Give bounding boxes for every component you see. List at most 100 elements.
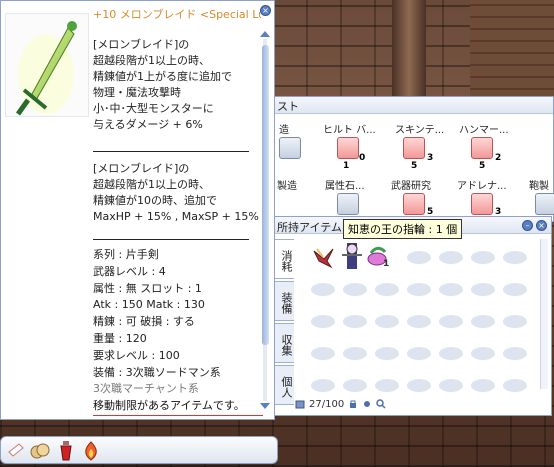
inventory-slot[interactable] [311,315,335,328]
effect1-line5: 小･中･大型モンスターに [93,102,214,115]
effect2-line4: MaxHP + 15% , MaxSP + 15% [93,210,259,223]
inventory-slot[interactable] [311,347,335,360]
inventory-slot[interactable] [343,347,367,360]
inventory-slot[interactable] [439,315,463,328]
card-icon[interactable] [7,440,25,463]
inventory-slot[interactable] [471,283,495,296]
inventory-slot[interactable] [439,251,463,264]
skill-level-1: 1 [343,161,350,171]
description-scrollbar[interactable] [259,31,271,409]
inventory-slot[interactable] [471,315,495,328]
quick-item-tray[interactable] [0,436,278,464]
item-effect-1: [メロンブレイド]の 超越段階が1以上の時、 精錬値が1上がる度に追加で 物理・… [93,37,253,133]
prop-element: 属性 : 無 スロット : 1 [93,281,202,295]
skill-label-2: ヒルト バ... [323,125,375,136]
tab-equipment[interactable]: 装備 [274,281,294,321]
prop-refine: 精錬 : 可 破損 : する [93,315,195,329]
skill-label-4: ハンマー... [459,125,509,136]
skill-icon-hilt[interactable] [337,137,359,159]
pillar [392,0,426,98]
inventory-slot[interactable] [407,379,431,392]
inventory-slot[interactable] [439,379,463,392]
item-tooltip: 知恵の王の指輪 : 1 個 [343,219,463,239]
inventory-slot[interactable] [503,315,527,328]
inventory-tabs: 消耗 装備 収集 個人 [274,239,296,407]
skill-level-3: 5 [479,161,486,171]
inventory-slot[interactable] [311,379,335,392]
skill-icon-adrenaline[interactable] [471,193,493,215]
wooden-wall [470,0,554,100]
inventory-slot[interactable] [439,347,463,360]
food-icon[interactable] [29,440,51,465]
skill-window-title: スト [273,97,553,114]
item-description-window[interactable]: +10 メロンブレイド <Special Luk... × [メロンブレイド]の… [0,0,275,420]
inventory-slot[interactable] [407,283,431,296]
skill-icon-forge[interactable] [279,137,301,159]
inventory-item-1[interactable] [311,245,337,274]
inventory-slot[interactable] [343,379,367,392]
settings-icon[interactable] [362,399,372,409]
skill-label-3: スキンテ... [395,125,445,136]
inventory-slot[interactable] [407,315,431,328]
inventory-scrollbar[interactable] [540,239,548,389]
inventory-slot[interactable] [311,283,335,296]
prop-equip: 装備 : 3次職ソードマン系 [93,365,221,379]
inventory-slot[interactable] [375,347,399,360]
inventory-slot[interactable] [439,283,463,296]
inventory-grid: 1 [303,241,543,392]
lock-icon[interactable] [348,399,358,409]
effect1-line4: 物理・魔法攻撃時 [93,86,181,99]
effect2-line2: 超越段階が1以上の時、 [93,178,210,191]
inventory-slot[interactable] [471,347,495,360]
inventory-item-ring[interactable]: 1 [365,246,389,270]
inventory-slot[interactable] [375,283,399,296]
fire-icon[interactable] [81,440,101,465]
close-button[interactable]: × [260,5,271,16]
skill-icon-hammer[interactable] [471,137,493,159]
inventory-slot[interactable] [471,379,495,392]
scroll-up-icon[interactable] [260,31,270,37]
scroll-thumb[interactable] [262,45,269,345]
inventory-slot[interactable] [471,251,495,264]
skill-icon-element[interactable] [337,193,359,215]
bag-icon [295,400,305,409]
skill-badge-2: 3 [427,153,434,163]
inventory-slot[interactable] [343,315,367,328]
inventory-slot[interactable] [503,283,527,296]
item-effect-2: [メロンブレイド]の 超越段階が1以上の時、 精錬値が10の時、追加で MaxH… [93,161,263,225]
potion-icon[interactable] [57,440,75,465]
search-icon[interactable] [376,399,386,409]
inventory-slot[interactable] [503,251,527,264]
inventory-item-2[interactable] [339,241,365,276]
effect1-line2: 超越段階が1以上の時、 [93,54,210,67]
effect2-line1: [メロンブレイド]の [93,162,190,175]
sword-icon [15,21,77,116]
close-icon[interactable]: × [536,220,547,231]
item-image [5,13,89,117]
close-icon[interactable]: × [260,5,271,16]
inventory-slot[interactable] [343,283,367,296]
tab-collection[interactable]: 収集 [274,323,294,363]
skill-icon-skin[interactable] [403,137,425,159]
scroll-down-icon[interactable] [260,403,270,409]
inventory-window[interactable]: 所持アイテム – × 消耗 装備 収集 個人 1 27/100 [270,216,552,416]
tab-personal[interactable]: 個人 [274,365,294,405]
skill-label-7: 武器研究 [391,181,431,192]
inventory-slot[interactable] [375,315,399,328]
skill-icon-weapon-research[interactable] [403,193,425,215]
tab-consumable[interactable]: 消耗 [274,239,294,279]
inventory-slot[interactable] [503,379,527,392]
minimize-icon[interactable]: – [522,220,533,231]
skill-label-8: アドレナ... [457,181,507,192]
effect1-line6: 与えるダメージ + 6% [93,118,203,131]
effect1-line1: [メロンブレイド]の [93,38,190,51]
inventory-slot[interactable] [503,347,527,360]
inventory-slot[interactable] [407,251,431,264]
skill-window[interactable]: スト 造 ヒルト バ... スキンテ... ハンマー... 0 1 3 5 2 … [272,96,554,222]
item-title: +10 メロンブレイド <Special Luk... [93,8,261,21]
inventory-slot[interactable] [407,347,431,360]
inventory-slot[interactable] [375,379,399,392]
skill-icon-bag[interactable] [535,193,554,215]
prop-type: 系列 : 片手剣 [93,248,159,261]
inventory-status-bar: 27/100 [295,397,386,411]
